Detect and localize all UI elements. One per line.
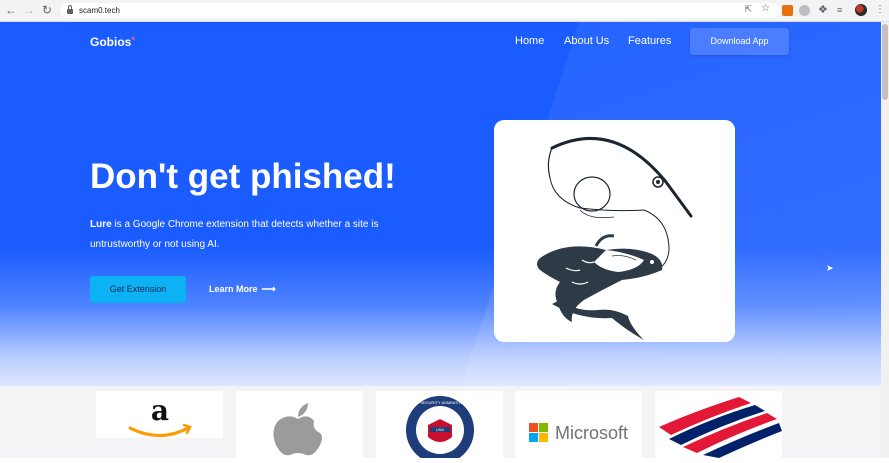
- ssa-center-text: USA: [436, 427, 445, 432]
- arrow-right-icon: ⟶: [261, 284, 276, 295]
- menu-icon[interactable]: ⋮: [875, 3, 885, 17]
- site-logo[interactable]: Gobios*: [90, 35, 135, 49]
- address-bar[interactable]: scam0.tech ⇱ ☆: [60, 3, 780, 18]
- svg-text:a: a: [151, 394, 169, 427]
- amazon-logo-mark: a: [128, 394, 192, 437]
- media-icon[interactable]: ≡: [837, 4, 848, 15]
- learn-more-link[interactable]: Learn More ⟶: [209, 284, 276, 295]
- nav-link-about-us[interactable]: About Us: [564, 35, 609, 47]
- learn-more-label[interactable]: Learn More: [209, 284, 258, 294]
- amazon-logo: a: [96, 391, 223, 438]
- get-extension-button[interactable]: Get Extension: [90, 276, 186, 303]
- url-text[interactable]: scam0.tech: [79, 4, 120, 17]
- extension-icon[interactable]: [782, 5, 793, 16]
- ssa-seal: USA SOCIAL SECURITY ADMINISTRATION: [405, 396, 476, 463]
- ssa-ring-text: SOCIAL SECURITY ADMINISTRATION: [405, 400, 476, 405]
- hero-headline: Don't get phished!: [90, 157, 396, 196]
- mouse-cursor-icon: ➤: [826, 263, 834, 273]
- hero-image-card: [494, 120, 735, 342]
- social-security-administration-logo: USA SOCIAL SECURITY ADMINISTRATION: [376, 391, 503, 463]
- forward-icon[interactable]: →: [22, 3, 36, 17]
- star-icon[interactable]: ☆: [761, 3, 770, 14]
- partner-logos: a USA SOCIAL SECURITY ADMINISTRATION Mic…: [0, 386, 881, 463]
- avatar[interactable]: [855, 4, 867, 16]
- microsoft-logo-mark: Microsoft: [529, 423, 628, 443]
- bank-of-america-flag-mark: [659, 397, 782, 458]
- hero-description: Lure is a Google Chrome extension that d…: [90, 215, 380, 255]
- extension-icon-2[interactable]: [799, 5, 810, 16]
- site-logo-mark: *: [131, 35, 135, 45]
- bank-of-america-logo: [655, 391, 782, 458]
- microsoft-logo: Microsoft: [515, 391, 642, 458]
- lock-icon[interactable]: [67, 5, 73, 14]
- browser-toolbar: ← → ↻ scam0.tech ⇱ ☆ ❖ ≡ ⋮: [0, 0, 889, 22]
- apple-logo: [236, 391, 363, 458]
- site-logo-text[interactable]: Gobios: [90, 35, 131, 49]
- reload-icon[interactable]: ↻: [40, 3, 54, 17]
- hero-description-text: is a Google Chrome extension that detect…: [90, 219, 379, 250]
- fishing-illustration: [537, 136, 693, 340]
- share-icon[interactable]: ⇱: [744, 4, 752, 15]
- apple-logo-mark: [273, 403, 322, 456]
- nav-link-home[interactable]: Home: [515, 35, 544, 47]
- download-app-button[interactable]: Download App: [690, 28, 789, 55]
- microsoft-logo-text: Microsoft: [555, 423, 628, 443]
- puzzle-icon[interactable]: ❖: [818, 4, 829, 16]
- product-name: Lure: [90, 219, 112, 230]
- page-scrollbar-thumb[interactable]: [882, 24, 888, 100]
- hero-section: Gobios* Home About Us Features Download …: [0, 22, 881, 386]
- back-icon[interactable]: ←: [4, 3, 18, 17]
- nav-link-features[interactable]: Features: [628, 35, 671, 47]
